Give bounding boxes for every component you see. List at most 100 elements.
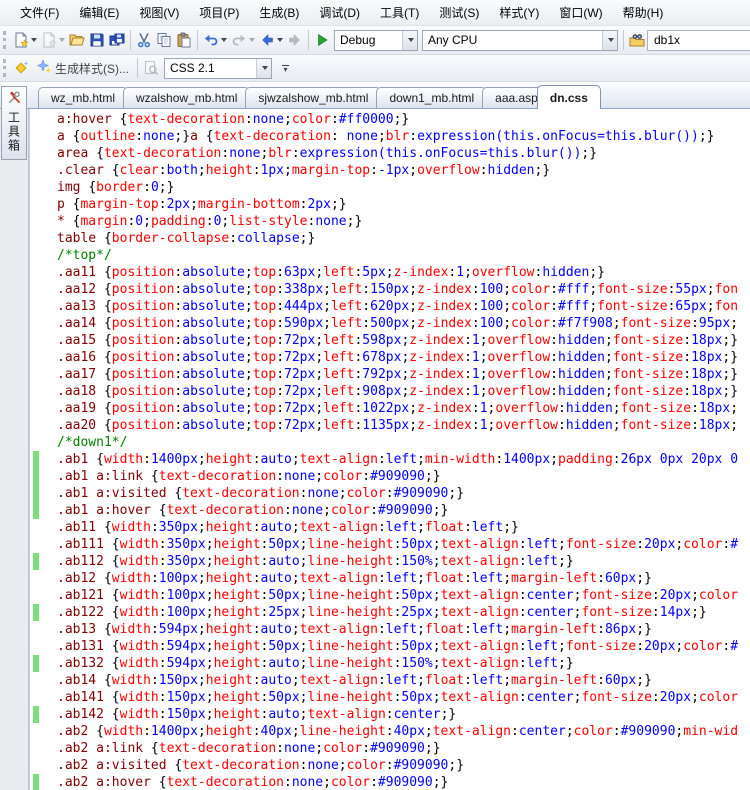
undo-icon[interactable] [201, 29, 229, 52]
save-all-icon[interactable] [107, 29, 127, 52]
code-line[interactable]: .aa14 {position:absolute;top:590px;left:… [30, 315, 750, 332]
debug-config-combo[interactable]: Debug [334, 30, 418, 51]
menu-item[interactable]: 测试(S) [429, 0, 489, 25]
code-line[interactable]: .ab2 a:hover {text-decoration:none;color… [30, 774, 750, 790]
toolbar-grip[interactable] [3, 59, 7, 77]
tab-wzalshow_mb.html[interactable]: wzalshow_mb.html [123, 87, 250, 108]
menu-item[interactable]: 工具(T) [370, 0, 429, 25]
code-line[interactable]: .ab1 a:link {text-decoration:none;color:… [30, 468, 750, 485]
code-line[interactable]: .ab112 {width:350px;height:auto;line-hei… [30, 553, 750, 570]
chevron-down-icon [277, 38, 283, 42]
code-token: .ab142 [57, 707, 112, 722]
menu-item[interactable]: 编辑(E) [69, 0, 129, 25]
code-token: left [527, 656, 558, 671]
toolbar-grip[interactable] [3, 31, 7, 49]
code-line[interactable]: .ab2 a:link {text-decoration:none;color:… [30, 740, 750, 757]
code-token: ; [284, 112, 292, 127]
code-line[interactable]: .ab1 a:hover {text-decoration:none;color… [30, 502, 750, 519]
chevron-down-icon[interactable] [602, 31, 617, 50]
code-line[interactable]: .ab111 {width:350px;height:50px;line-hei… [30, 536, 750, 553]
code-line[interactable]: .ab141 {width:150px;height:50px;line-hei… [30, 689, 750, 706]
menu-item[interactable]: 调试(D) [309, 0, 370, 25]
code-line[interactable]: /*top*/ [30, 247, 750, 264]
build-style-icon[interactable] [11, 57, 31, 80]
cut-icon[interactable] [134, 29, 154, 52]
code-line[interactable]: * {margin:0;padding:0;list-style:none;} [30, 213, 750, 230]
chevron-down-icon[interactable] [256, 59, 271, 78]
new-item-icon[interactable] [11, 29, 39, 52]
save-icon[interactable] [87, 29, 107, 52]
toolbar-separator [197, 30, 198, 50]
code-line[interactable]: /*down1*/ [30, 434, 750, 451]
menu-item[interactable]: 项目(P) [189, 0, 249, 25]
code-line[interactable]: .ab122 {width:100px;height:25px;line-hei… [30, 604, 750, 621]
code-line[interactable]: .ab142 {width:150px;height:auto;text-ali… [30, 706, 750, 723]
code-token: 40px [261, 724, 292, 739]
code-token: font-size [581, 605, 651, 620]
code-line[interactable]: .aa20 {position:absolute;top:72px;left:1… [30, 417, 750, 434]
code-token: 18px [699, 401, 730, 416]
code-line[interactable]: area {text-decoration:none;blr:expressio… [30, 145, 750, 162]
find-combo[interactable]: db1x [647, 30, 750, 51]
code-token: left [323, 401, 354, 416]
code-line[interactable]: .ab131 {width:594px;height:50px;line-hei… [30, 638, 750, 655]
code-line[interactable]: .aa16 {position:absolute;top:72px;left:6… [30, 349, 750, 366]
code-token: font-size [621, 418, 691, 433]
code-token: 20px [644, 639, 675, 654]
code-token: 338px [284, 282, 323, 297]
code-line[interactable]: a:hover {text-decoration:none;color:#ff0… [30, 111, 750, 128]
menu-item[interactable]: 帮助(H) [613, 0, 674, 25]
code-line[interactable]: .ab1 a:visited {text-decoration:none;col… [30, 485, 750, 502]
code-line[interactable]: .ab12 {width:100px;height:auto;text-alig… [30, 570, 750, 587]
code-line[interactable]: .aa15 {position:absolute;top:72px;left:5… [30, 332, 750, 349]
code-line[interactable]: .ab132 {width:594px;height:auto;line-hei… [30, 655, 750, 672]
css-version-combo[interactable]: CSS 2.1 [164, 58, 272, 79]
code-line[interactable]: .aa12 {position:absolute;top:338px;left:… [30, 281, 750, 298]
menu-item[interactable]: 生成(B) [249, 0, 309, 25]
open-file-icon[interactable] [67, 29, 87, 52]
start-debug-icon[interactable] [312, 29, 332, 52]
code-line[interactable]: .aa11 {position:absolute;top:63px;left:5… [30, 264, 750, 281]
code-token: overflow [495, 401, 558, 416]
generate-style-button[interactable]: 生成样式(S)... [31, 57, 134, 80]
code-line[interactable]: .ab121 {width:100px;height:50px;line-hei… [30, 587, 750, 604]
toolbox-tab[interactable]: 工具箱 [1, 86, 27, 160]
code-line[interactable]: .ab11 {width:350px;height:auto;text-alig… [30, 519, 750, 536]
platform-combo[interactable]: Any CPU [422, 30, 618, 51]
code-token: : [550, 333, 558, 348]
code-line[interactable]: table {border-collapse:collapse;} [30, 230, 750, 247]
menu-item[interactable]: 窗口(W) [549, 0, 612, 25]
tab-dn.css[interactable]: dn.css [537, 85, 601, 109]
menu-item[interactable]: 样式(Y) [489, 0, 549, 25]
code-editor[interactable]: a:hover {text-decoration:none;color:#ff0… [29, 109, 750, 790]
find-in-files-icon[interactable] [627, 29, 647, 52]
code-token: left [386, 673, 417, 688]
tab-down1_mb.html[interactable]: down1_mb.html [376, 87, 487, 108]
code-line[interactable]: .aa13 {position:absolute;top:444px;left:… [30, 298, 750, 315]
code-line[interactable]: .aa18 {position:absolute;top:72px;left:9… [30, 383, 750, 400]
menu-item[interactable]: 文件(F) [10, 0, 69, 25]
toolbar-overflow-icon[interactable]: ▾ [279, 62, 292, 75]
code-line[interactable]: .ab2 a:visited {text-decoration:none;col… [30, 757, 750, 774]
menu-item[interactable]: 视图(V) [129, 0, 189, 25]
code-token: : [159, 639, 167, 654]
code-line[interactable]: .clear {clear:both;height:1px;margin-top… [30, 162, 750, 179]
code-line[interactable]: p {margin-top:2px;margin-bottom:2px;} [30, 196, 750, 213]
code-line[interactable]: .aa19 {position:absolute;top:72px;left:1… [30, 400, 750, 417]
code-token: 95px [699, 316, 730, 331]
code-line[interactable]: .aa17 {position:absolute;top:72px;left:7… [30, 366, 750, 383]
code-line[interactable]: .ab1 {width:1400px;height:auto;text-alig… [30, 451, 750, 468]
code-line[interactable]: a {outline:none;}a {text-decoration: non… [30, 128, 750, 145]
generate-style-label: 生成样式(S)... [55, 60, 129, 77]
code-line[interactable]: .ab14 {width:150px;height:auto;text-alig… [30, 672, 750, 689]
copy-icon[interactable] [154, 29, 174, 52]
tab-wz_mb.html[interactable]: wz_mb.html [38, 87, 128, 108]
tab-sjwzalshow_mb.html[interactable]: sjwzalshow_mb.html [245, 87, 381, 108]
navigate-backward-icon[interactable] [257, 29, 285, 52]
code-line[interactable]: .ab13 {width:594px;height:auto;text-alig… [30, 621, 750, 638]
paste-icon[interactable] [174, 29, 194, 52]
code-token: : [550, 282, 558, 297]
chevron-down-icon[interactable] [402, 31, 417, 50]
code-line[interactable]: .ab2 {width:1400px;height:40px;line-heig… [30, 723, 750, 740]
code-line[interactable]: img {border:0;} [30, 179, 750, 196]
